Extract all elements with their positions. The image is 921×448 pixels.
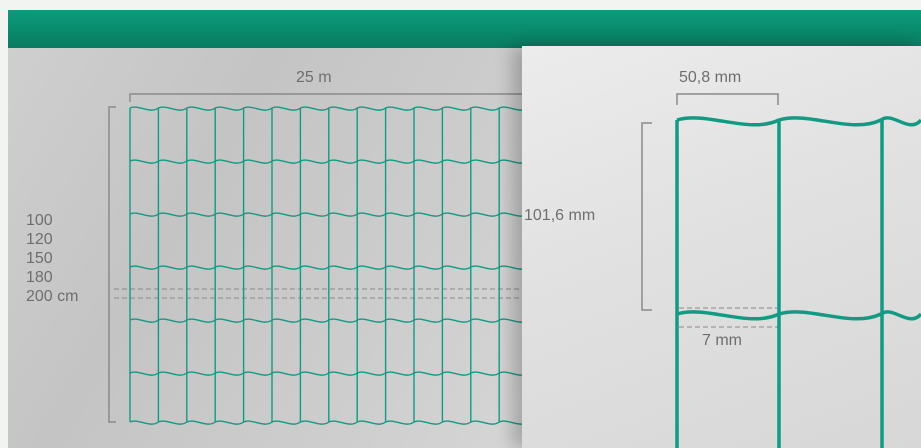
height-option: 100 — [26, 212, 53, 229]
mesh-width-label: 50,8 mm — [679, 69, 742, 86]
horizontal-wire — [129, 159, 538, 164]
header-bar — [8, 10, 921, 48]
horizontal-wire — [129, 106, 538, 111]
mesh-width-dimension — [676, 93, 779, 105]
horizontal-wire — [676, 116, 921, 127]
horizontal-wire — [129, 212, 538, 217]
height-option: 200 cm — [26, 288, 79, 305]
roll-mesh-drawing — [108, 93, 538, 425]
horizontal-wire — [129, 318, 538, 323]
height-options-list: 100 120 150 180 200 cm — [26, 211, 78, 306]
height-option: 150 — [26, 250, 53, 267]
mesh-detail-drawing — [641, 93, 921, 448]
horizontal-wire — [129, 371, 538, 376]
mesh-detail-wires — [675, 116, 921, 448]
wire-mesh-grid — [129, 106, 538, 425]
horizontal-wire — [676, 310, 921, 321]
length-dimension-line — [129, 93, 538, 102]
mesh-height-label: 101,6 mm — [524, 207, 596, 224]
roll-overview-panel: 25 m — [8, 48, 538, 448]
mesh-detail-panel: 50,8 mm 101,6 mm 7 mm — [522, 46, 921, 448]
wave-depth-label: 7 mm — [702, 332, 742, 349]
horizontal-wire — [129, 265, 538, 270]
height-dimension-bracket — [108, 106, 116, 423]
mesh-height-dimension — [641, 122, 652, 311]
roll-length-label: 25 m — [296, 69, 332, 86]
height-option: 180 — [26, 269, 53, 286]
horizontal-wire — [129, 420, 538, 425]
height-option: 120 — [26, 231, 53, 248]
